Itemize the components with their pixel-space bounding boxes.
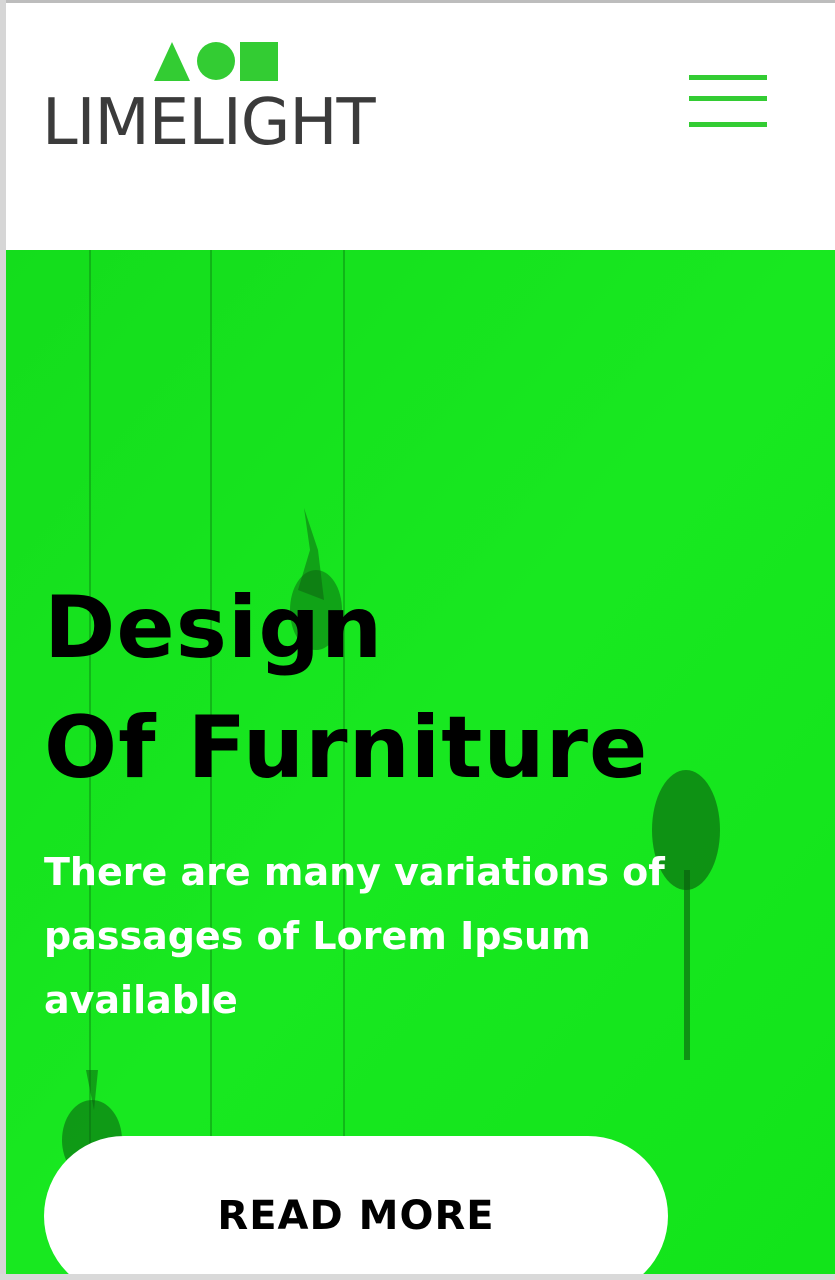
site-header: LIMELIGHT: [6, 3, 835, 250]
hero-section: Design Of Furniture There are many varia…: [6, 250, 835, 1274]
logo-shapes-icon: [154, 42, 278, 81]
hero-title: Design Of Furniture: [44, 568, 648, 808]
logo-wordmark: LIMELIGHT: [42, 86, 376, 160]
menu-bar-bottom: [689, 122, 767, 127]
logo-square-icon: [240, 42, 278, 81]
hamburger-menu-icon[interactable]: [686, 73, 767, 133]
logo-triangle-icon: [154, 42, 190, 81]
hero-subtitle-line-3: available: [44, 978, 238, 1022]
logo-circle-icon: [197, 42, 235, 80]
limelight-logo[interactable]: LIMELIGHT: [42, 39, 412, 164]
hero-subtitle-line-2: passages of Lorem Ipsum: [44, 914, 591, 958]
hero-subtitle-line-1: There are many variations of: [44, 850, 665, 894]
read-more-button[interactable]: READ MORE: [44, 1136, 668, 1274]
browser-frame-bottom: [0, 1274, 835, 1280]
hero-title-line-2: Of Furniture: [44, 698, 649, 798]
hero-subtitle: There are many variations of passages of…: [44, 840, 764, 1032]
hero-title-line-1: Design: [44, 578, 384, 678]
read-more-label: READ MORE: [217, 1193, 495, 1239]
menu-bar-top: [689, 75, 767, 80]
menu-bar-middle: [689, 96, 767, 101]
